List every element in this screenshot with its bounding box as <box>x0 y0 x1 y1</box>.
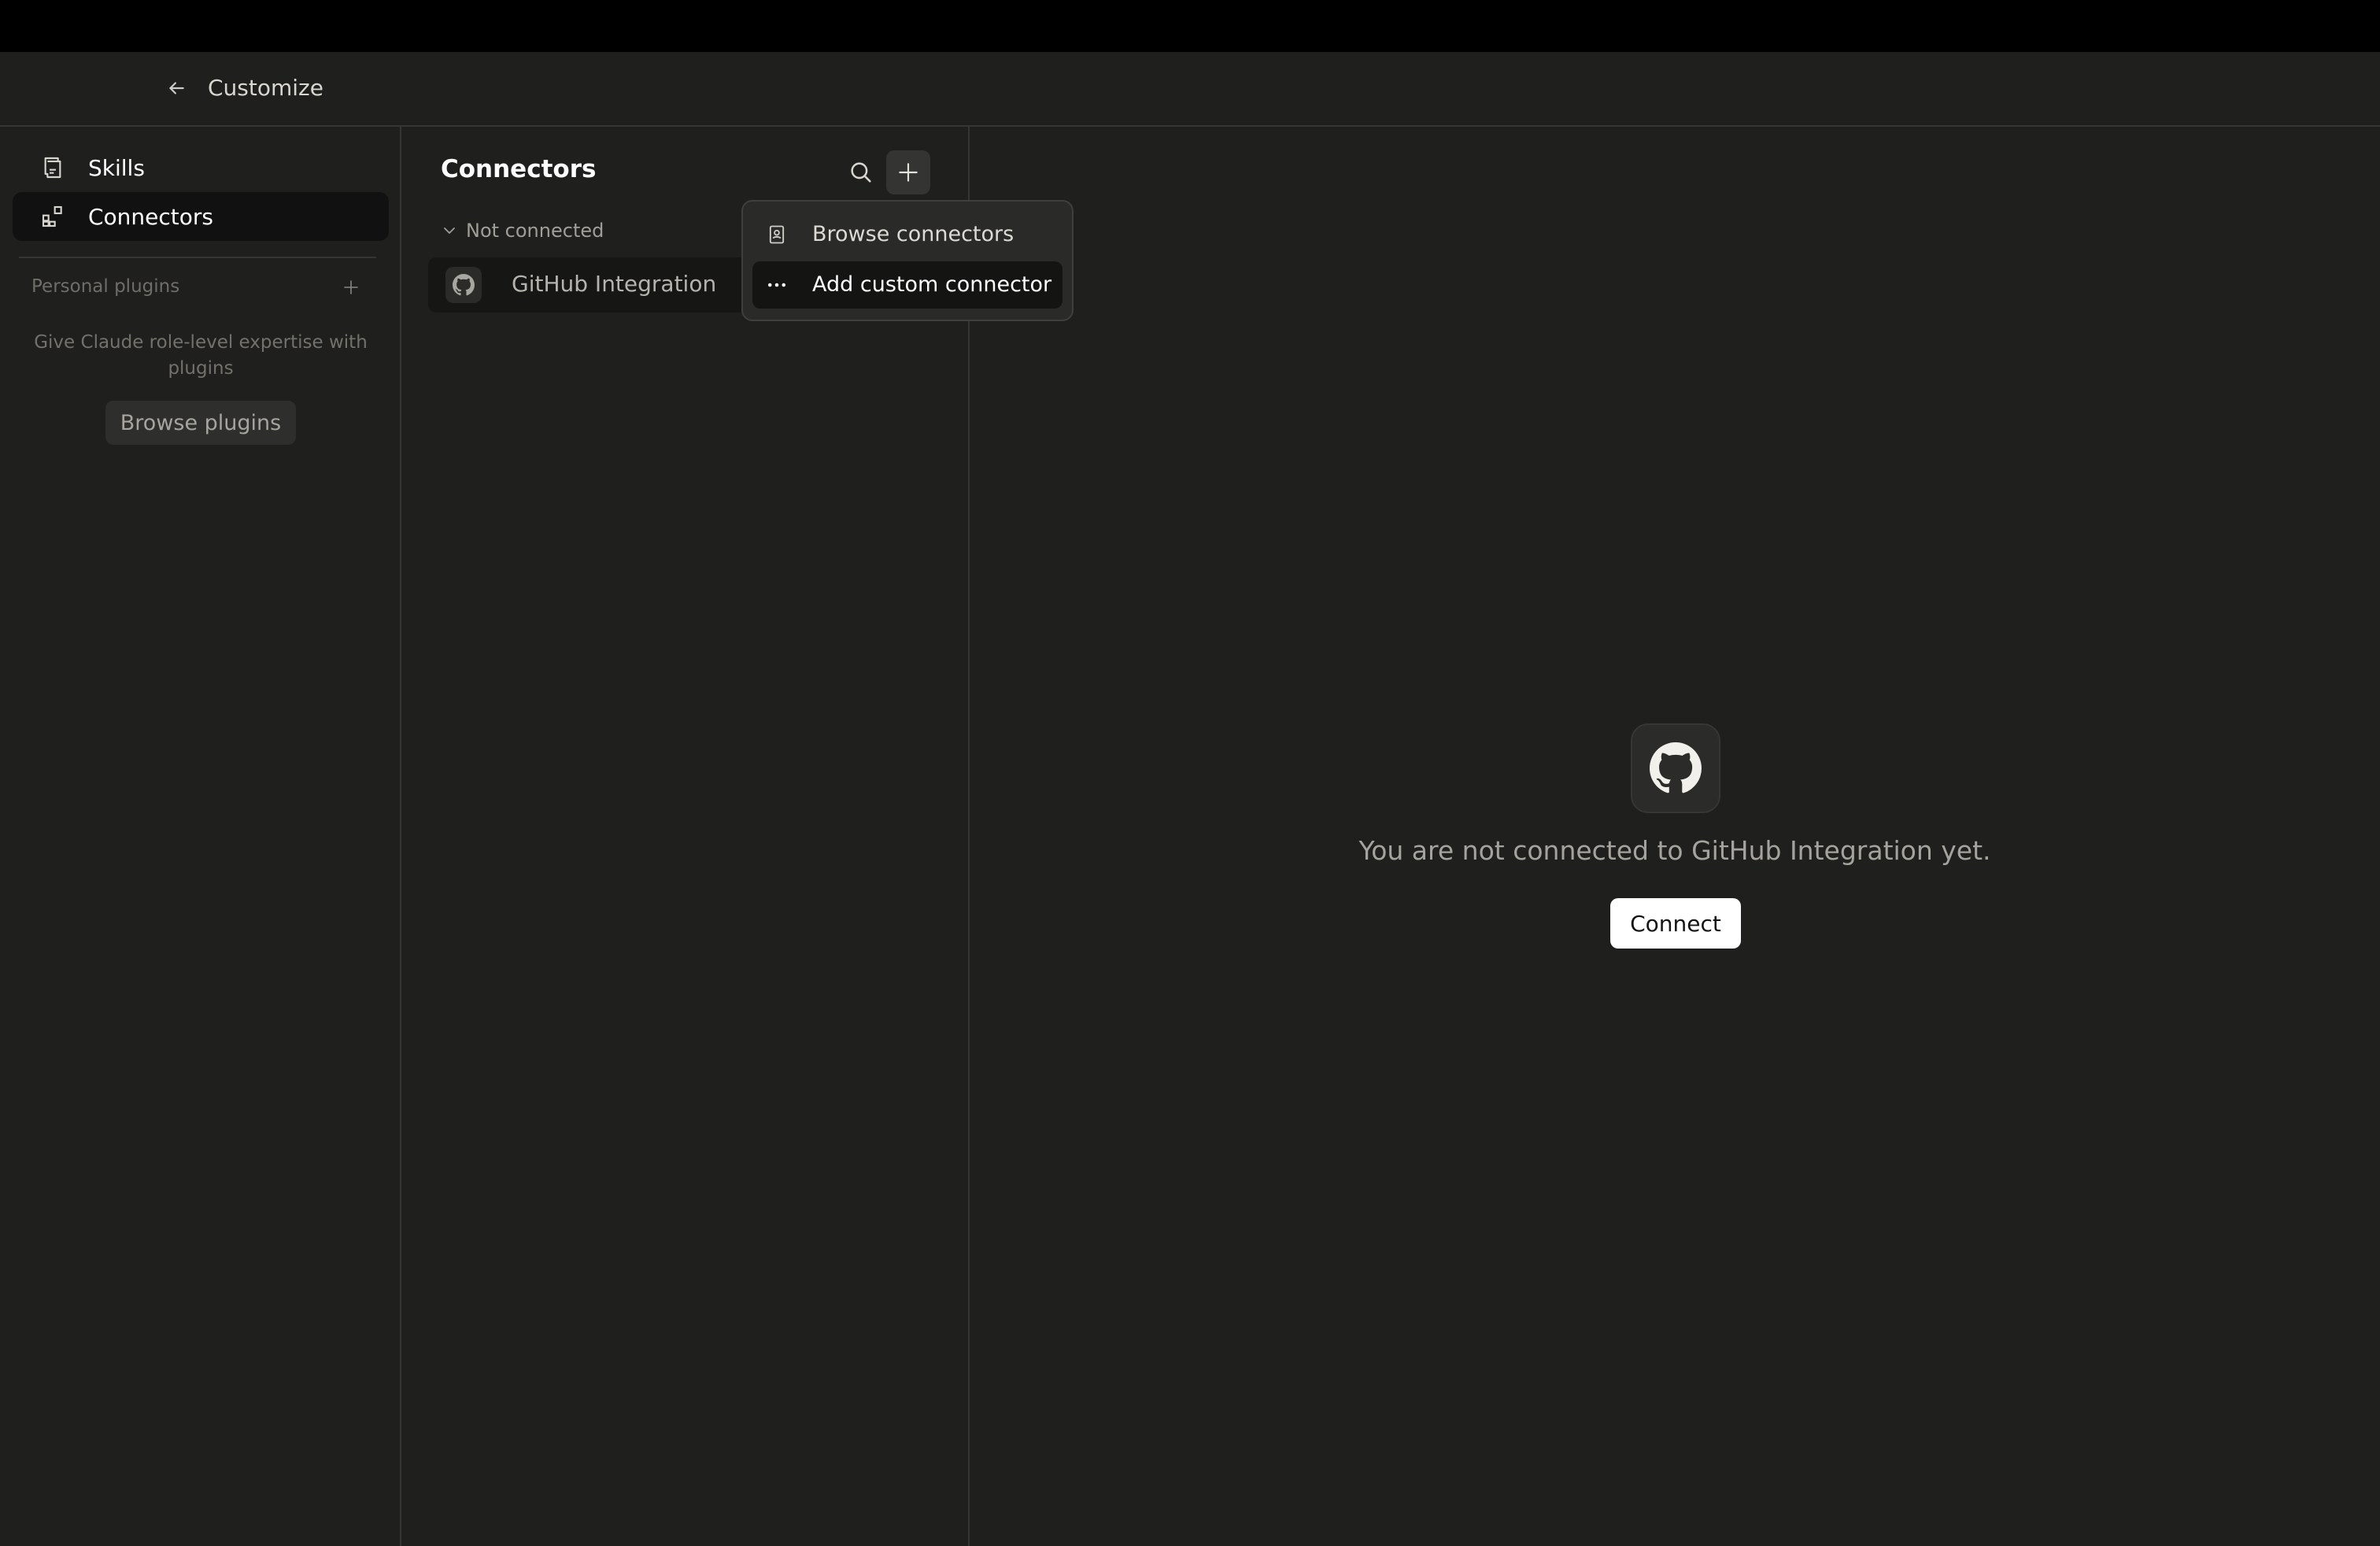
connectors-panel: Connectors Not connected GitHub Integrat… <box>401 127 970 1546</box>
group-label: Not connected <box>466 220 604 242</box>
sidebar: Skills Connectors Personal plugins Give … <box>0 127 401 1546</box>
arrow-left-icon <box>169 82 184 94</box>
sidebar-item-label: Connectors <box>88 203 214 230</box>
github-icon <box>445 267 482 303</box>
page-header: Customize <box>0 52 2380 127</box>
connector-label: GitHub Integration <box>512 271 717 297</box>
add-plugin-button[interactable] <box>337 273 365 301</box>
sidebar-item-skills[interactable]: Skills <box>13 143 389 192</box>
sidebar-item-label: Skills <box>88 154 145 181</box>
chevron-down-icon <box>438 219 461 242</box>
browse-plugins-button[interactable]: Browse plugins <box>105 401 296 445</box>
directory-icon <box>763 221 790 248</box>
back-button[interactable] <box>161 72 192 104</box>
connector-detail-pane: You are not connected to GitHub Integrat… <box>970 127 2380 1546</box>
sidebar-divider <box>19 257 376 258</box>
window-top-bar <box>0 0 2380 52</box>
ellipsis-icon <box>763 272 790 298</box>
plus-icon <box>344 280 358 294</box>
connect-button[interactable]: Connect <box>1610 898 1741 949</box>
search-icon <box>851 162 871 183</box>
plugins-hint: Give Claude role-level expertise with pl… <box>34 332 368 379</box>
connectors-icon <box>39 203 66 230</box>
add-connector-button[interactable] <box>886 150 930 194</box>
personal-plugins-label: Personal plugins <box>31 276 180 297</box>
not-connected-message: You are not connected to GitHub Integrat… <box>1358 835 1991 866</box>
sidebar-item-connectors[interactable]: Connectors <box>13 192 389 241</box>
not-connected-group-toggle[interactable]: Not connected <box>438 215 604 246</box>
github-icon <box>1631 723 1720 813</box>
search-button[interactable] <box>839 150 883 194</box>
page-title: Customize <box>208 75 323 101</box>
plus-icon <box>899 163 918 182</box>
connectors-title: Connectors <box>441 155 597 183</box>
skills-icon <box>39 154 66 181</box>
